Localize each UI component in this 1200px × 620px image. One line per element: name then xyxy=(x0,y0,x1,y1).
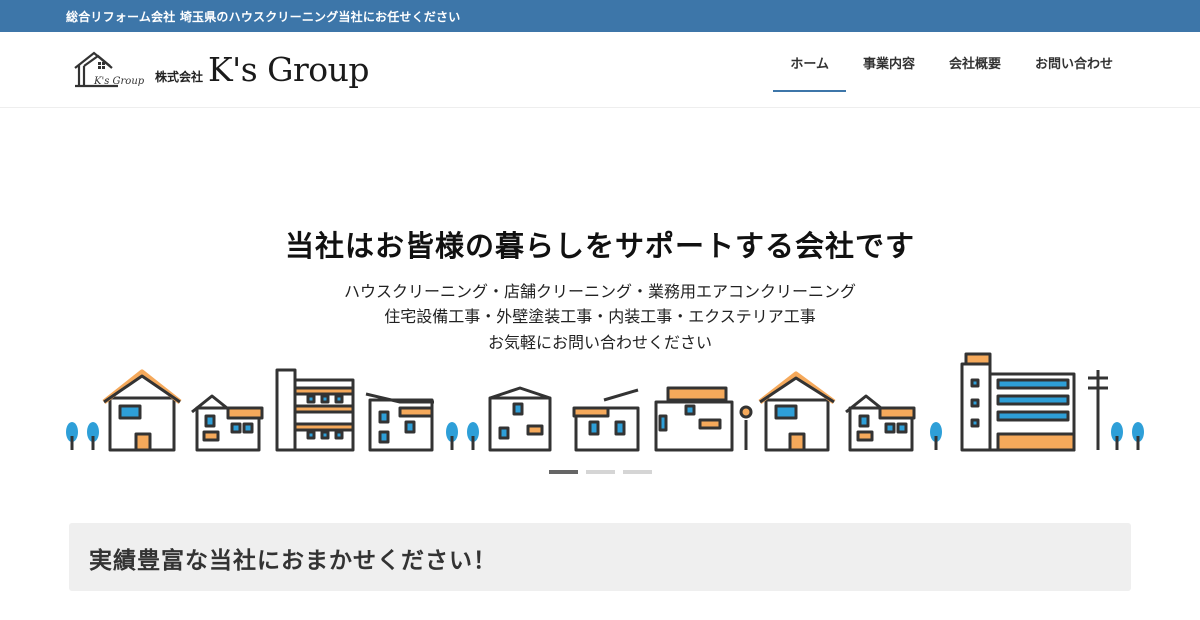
top-announcement-bar: 総合リフォーム会社 埼玉県のハウスクリーニング当社にお任せください xyxy=(0,0,1200,32)
hero-subtitle-line: ハウスクリーニング・店舗クリーニング・業務用エアコンクリーニング xyxy=(343,282,856,301)
street-lamp-icon xyxy=(739,405,753,450)
slider-dot[interactable] xyxy=(586,470,615,474)
hero-title: 当社はお皆様の暮らしをサポートする会社です xyxy=(284,229,915,263)
utility-pole-icon xyxy=(1088,370,1108,450)
town-illustration xyxy=(66,352,1144,452)
logo-company-type: 株式会社 xyxy=(155,70,204,84)
shop-icon xyxy=(654,386,734,452)
nav-item-label: お問い合わせ xyxy=(1034,56,1113,72)
main-navigation: ホーム 事業内容 会社概要 お問い合わせ xyxy=(773,32,1130,107)
tree-icon xyxy=(446,422,479,450)
tree-icon xyxy=(66,422,99,450)
nav-item-home[interactable]: ホーム xyxy=(773,32,846,92)
tree-icon xyxy=(1111,422,1144,450)
nav-item-contact[interactable]: お問い合わせ xyxy=(1018,32,1130,92)
hero-subtitle-line: 住宅設備工事・外壁塗装工事・内装工事・エクステリア工事 xyxy=(384,307,816,326)
nav-item-services[interactable]: 事業内容 xyxy=(846,32,932,92)
house-icon xyxy=(572,388,640,452)
house-icon xyxy=(365,392,434,452)
slider-dot[interactable] xyxy=(549,470,578,474)
slider-pagination xyxy=(549,470,652,474)
house-icon xyxy=(758,371,836,452)
house-icon xyxy=(191,394,264,452)
nav-item-label: 会社概要 xyxy=(948,56,1001,72)
tree-icon xyxy=(930,422,942,450)
office-building-icon xyxy=(960,352,1076,452)
house-icon xyxy=(845,394,916,452)
slider-dot[interactable] xyxy=(623,470,652,474)
apartment-building-icon xyxy=(275,368,355,452)
section-heading-box: 実績豊富な当社におまかせください！ xyxy=(69,523,1131,591)
logo-mark-text: K's Group xyxy=(94,76,145,87)
nav-item-company[interactable]: 会社概要 xyxy=(932,32,1018,92)
site-header: K's Group 株式会社 K's Group ホーム 事業内容 会社概要 お… xyxy=(0,32,1200,108)
house-icon xyxy=(488,386,552,452)
section-title: 実績豊富な当社におまかせください！ xyxy=(89,548,497,574)
nav-item-label: 事業内容 xyxy=(862,56,915,72)
house-icon xyxy=(102,369,182,452)
logo-company-name: K's Group xyxy=(208,50,370,89)
announcement-text: 総合リフォーム会社 埼玉県のハウスクリーニング当社にお任せください xyxy=(66,10,461,24)
site-logo[interactable]: K's Group 株式会社 K's Group xyxy=(72,44,402,94)
nav-item-label: ホーム xyxy=(790,56,829,72)
